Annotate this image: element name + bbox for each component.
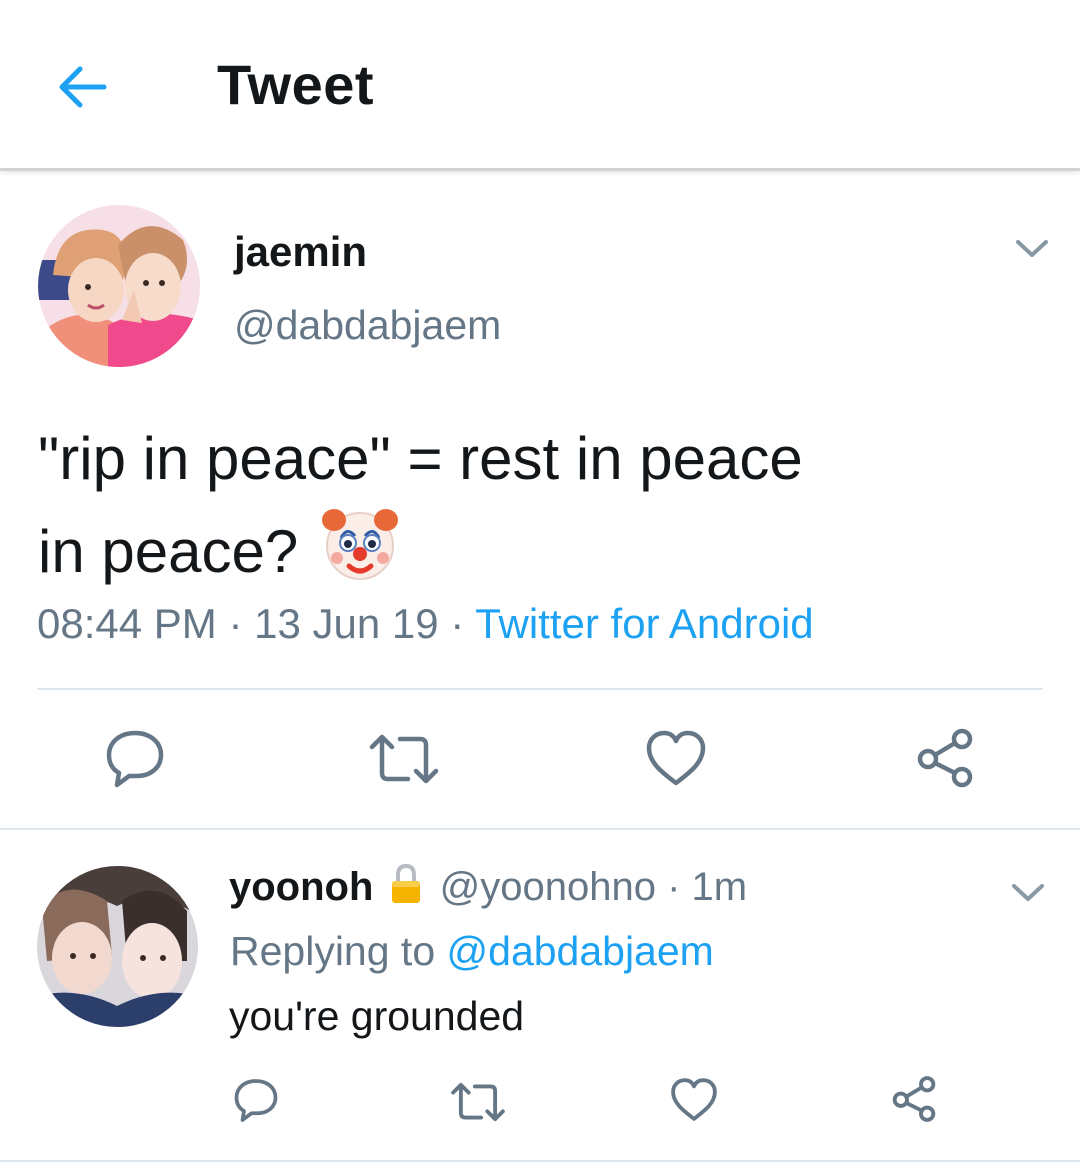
user-handle[interactable]: @dabdabjaem [234, 302, 501, 349]
reply-display-name[interactable]: yoonoh [229, 865, 373, 909]
tweet-text-line-1: "rip in peace" = rest in peace [38, 425, 803, 492]
reply-icon[interactable] [232, 1075, 280, 1123]
chevron-down-icon[interactable] [1012, 232, 1052, 264]
tweet-text: "rip in peace" = rest in peace in peace? [38, 416, 998, 595]
replying-to: Replying to @dabdabjaem [230, 928, 714, 975]
reply-text: you're grounded [229, 993, 525, 1039]
reply-handle[interactable]: @yoonohno [440, 865, 656, 909]
avatar[interactable] [37, 866, 198, 1027]
chevron-down-icon[interactable] [1008, 876, 1048, 908]
avatar[interactable] [38, 205, 200, 367]
clown-face-icon [321, 509, 398, 580]
tweet-date: 13 Jun 19 [254, 600, 439, 647]
tweet-time: 08:44 PM [37, 600, 217, 647]
reply-header: yoonoh @yoonohno · 1m [229, 862, 747, 910]
display-name[interactable]: jaemin [234, 228, 367, 276]
replying-to-link[interactable]: @dabdabjaem [447, 928, 714, 974]
reply-icon[interactable] [103, 725, 167, 789]
divider [0, 1160, 1080, 1162]
back-arrow-icon[interactable] [52, 55, 116, 119]
lock-icon [391, 863, 420, 903]
meta-dot: · [656, 865, 692, 909]
tweet-text-line-2-text: in peace? [38, 518, 299, 585]
tweet-meta: 08:44 PM · 13 Jun 19 · Twitter for Andro… [37, 600, 814, 648]
share-icon[interactable] [890, 1075, 938, 1123]
divider [37, 688, 1043, 690]
reply-age: 1m [691, 865, 748, 909]
like-icon[interactable] [645, 729, 707, 787]
meta-dot: · [216, 600, 255, 647]
tweet-text-line-2: in peace? [38, 502, 998, 595]
divider [0, 828, 1080, 830]
meta-dot: · [438, 600, 476, 647]
replying-prefix: Replying to [230, 928, 447, 974]
tweet-source-link[interactable]: Twitter for Android [475, 600, 813, 647]
top-app-bar: Tweet [0, 0, 1080, 171]
retweet-icon[interactable] [368, 731, 440, 787]
share-icon[interactable] [914, 727, 976, 789]
tweet-actions [0, 725, 1080, 795]
like-icon[interactable] [670, 1077, 718, 1122]
retweet-icon[interactable] [450, 1080, 506, 1124]
page-title: Tweet [217, 53, 375, 116]
